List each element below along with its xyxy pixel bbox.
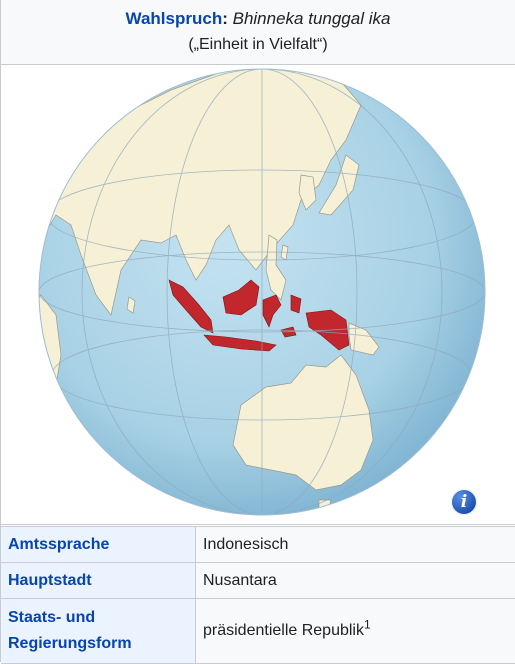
row-key-link[interactable]: Staats- und Regierungsform — [1, 599, 196, 664]
infobox-table: Amtssprache Indonesisch Hauptstadt Nusan… — [1, 526, 515, 664]
row-key-link[interactable]: Amtssprache — [1, 527, 196, 563]
motto-translation: („Einheit in Vielfalt“) — [1, 34, 515, 56]
row-value[interactable]: präsidentielle Republik — [203, 622, 364, 639]
row-value[interactable]: Nusantara — [196, 563, 515, 599]
motto-colon: : — [222, 9, 228, 28]
info-icon[interactable]: i — [451, 489, 477, 515]
infobox-row: Amtssprache Indonesisch — [1, 527, 515, 563]
row-key-link[interactable]: Hauptstadt — [1, 563, 196, 599]
infobox-row: Staats- und Regierungsform präsidentiell… — [1, 599, 515, 664]
globe-map-image[interactable] — [1, 65, 515, 525]
orthographic-map[interactable] — [1, 65, 515, 525]
row-value[interactable]: Indonesisch — [196, 527, 515, 563]
infobox: Wahlspruch: Bhinneka tunggal ika („Einhe… — [0, 0, 515, 662]
row-value-cell: präsidentielle Republik1 — [196, 599, 515, 664]
footnote-ref[interactable]: 1 — [364, 618, 371, 632]
new-zealand-landmass — [403, 477, 416, 505]
motto-label-link[interactable]: Wahlspruch — [126, 9, 223, 28]
motto-header: Wahlspruch: Bhinneka tunggal ika („Einhe… — [1, 0, 515, 65]
motto-value: Bhinneka tunggal ika — [233, 9, 391, 28]
motto-line: Wahlspruch: Bhinneka tunggal ika — [1, 8, 515, 30]
infobox-row: Hauptstadt Nusantara — [1, 563, 515, 599]
tasmania-landmass — [319, 500, 331, 513]
